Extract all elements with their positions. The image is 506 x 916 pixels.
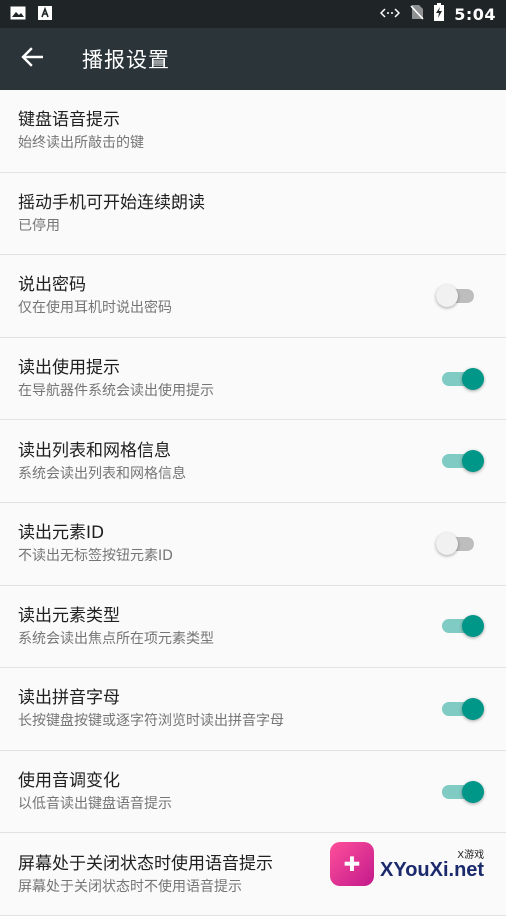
- setting-title: 读出拼音字母: [18, 686, 284, 710]
- back-button[interactable]: [0, 28, 64, 90]
- setting-subtitle: 系统会读出列表和网格信息: [18, 464, 186, 484]
- usage-hints-toggle[interactable]: [436, 364, 486, 394]
- element-type-toggle[interactable]: [436, 611, 486, 641]
- image-icon: [10, 5, 26, 24]
- setting-row-shake-to-read[interactable]: 摇动手机可开始连续朗读 已停用: [0, 173, 506, 256]
- setting-row-list-grid-info[interactable]: 读出列表和网格信息 系统会读出列表和网格信息: [0, 420, 506, 503]
- setting-title: 摇动手机可开始连续朗读: [18, 191, 205, 215]
- speak-passwords-toggle[interactable]: [436, 281, 486, 311]
- element-id-toggle[interactable]: [436, 529, 486, 559]
- status-left: [10, 5, 52, 24]
- setting-row-element-type[interactable]: 读出元素类型 系统会读出焦点所在项元素类型: [0, 586, 506, 669]
- setting-row-usage-hints[interactable]: 读出使用提示 在导航器件系统会读出使用提示: [0, 338, 506, 421]
- setting-title: 读出元素类型: [18, 604, 214, 628]
- setting-title: 读出列表和网格信息: [18, 439, 186, 463]
- list-grid-info-toggle[interactable]: [436, 446, 486, 476]
- settings-list: 键盘语音提示 始终读出所敲击的键 摇动手机可开始连续朗读 已停用 说出密码 仅在…: [0, 90, 506, 900]
- setting-row-pitch-change[interactable]: 使用音调变化 以低音读出键盘语音提示: [0, 751, 506, 834]
- setting-title: 说出密码: [18, 273, 172, 297]
- app-bar: 播报设置: [0, 28, 506, 90]
- pitch-change-toggle[interactable]: [436, 777, 486, 807]
- no-sim-icon: [410, 4, 424, 24]
- setting-title: 读出元素ID: [18, 521, 173, 545]
- setting-row-speak-passwords[interactable]: 说出密码 仅在使用耳机时说出密码: [0, 255, 506, 338]
- arrow-left-icon: [21, 47, 43, 71]
- setting-subtitle: 系统会读出焦点所在项元素类型: [18, 629, 214, 649]
- gamepad-logo-icon: ✚: [330, 842, 374, 886]
- code-arrows-icon: [380, 5, 400, 24]
- setting-row-phonetic-letters[interactable]: 读出拼音字母 长按键盘按键或逐字符浏览时读出拼音字母: [0, 668, 506, 751]
- status-time: 5:04: [454, 5, 496, 24]
- page-title: 播报设置: [82, 44, 170, 74]
- text-a-icon: [38, 5, 52, 24]
- battery-charging-icon: [434, 3, 444, 25]
- setting-subtitle: 在导航器件系统会读出使用提示: [18, 381, 214, 401]
- watermark: ✚ X游戏 XYouXi.net: [330, 838, 500, 890]
- status-bar: 5:04: [0, 0, 506, 28]
- setting-row-element-id[interactable]: 读出元素ID 不读出无标签按钮元素ID: [0, 503, 506, 586]
- setting-subtitle: 不读出无标签按钮元素ID: [18, 546, 173, 566]
- watermark-main-text: XYouXi.net: [380, 859, 484, 882]
- setting-subtitle: 长按键盘按键或逐字符浏览时读出拼音字母: [18, 711, 284, 731]
- setting-subtitle: 仅在使用耳机时说出密码: [18, 298, 172, 318]
- setting-subtitle: 已停用: [18, 216, 205, 236]
- setting-subtitle: 始终读出所敲击的键: [18, 133, 144, 153]
- setting-title: 屏幕处于关闭状态时使用语音提示: [18, 852, 273, 876]
- setting-title: 使用音调变化: [18, 769, 172, 793]
- setting-title: 读出使用提示: [18, 356, 214, 380]
- status-right: 5:04: [380, 3, 496, 25]
- setting-subtitle: 以低音读出键盘语音提示: [18, 794, 172, 814]
- setting-subtitle: 屏幕处于关闭状态时不使用语音提示: [18, 877, 273, 897]
- phonetic-letters-toggle[interactable]: [436, 694, 486, 724]
- setting-title: 键盘语音提示: [18, 108, 144, 132]
- setting-row-key-echo[interactable]: 键盘语音提示 始终读出所敲击的键: [0, 90, 506, 173]
